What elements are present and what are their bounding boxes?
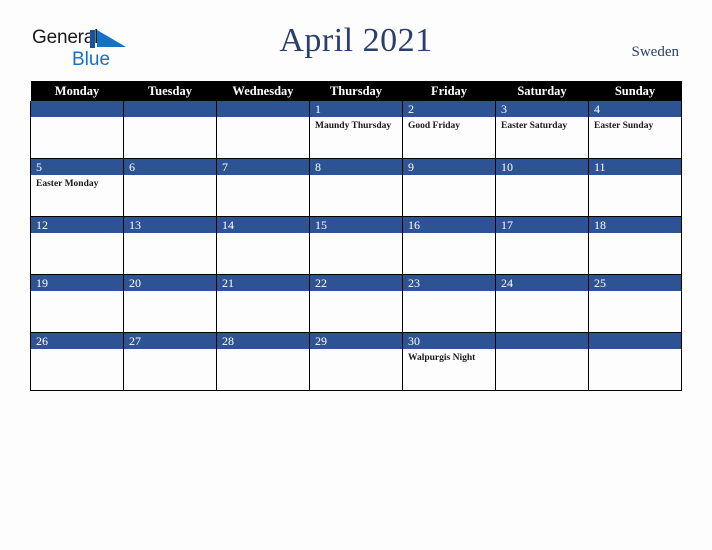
calendar-day-cell[interactable]: 8 [309,158,403,217]
day-number: 29 [310,333,402,349]
calendar-day-cell[interactable]: 10 [495,158,589,217]
day-number [589,333,681,349]
weekday-header-wednesday: Wednesday [216,81,310,101]
calendar-week-row: 26 27 28 29 30 Walpurgis Night [30,332,682,391]
calendar-day-cell[interactable]: 25 [588,274,682,333]
day-number: 24 [496,275,588,291]
weekday-header-row: Monday Tuesday Wednesday Thursday Friday… [30,81,682,101]
day-number [124,101,216,117]
calendar-week-row: 1 Maundy Thursday 2 Good Friday 3 Easter Satu… [30,101,682,159]
calendar-day-cell[interactable]: 21 [216,274,310,333]
calendar-day-cell[interactable]: 26 [30,332,124,391]
day-number: 28 [217,333,309,349]
calendar-day-cell[interactable]: 23 [402,274,496,333]
day-number: 23 [403,275,495,291]
calendar-day-cell[interactable] [30,101,124,159]
calendar-day-cell[interactable]: 5 Easter Monday [30,158,124,217]
weekday-header-thursday: Thursday [309,81,403,101]
calendar-day-cell[interactable]: 2 Good Friday [402,101,496,159]
calendar-day-cell[interactable]: 13 [123,216,217,275]
day-number: 10 [496,159,588,175]
day-number [217,101,309,117]
day-number: 2 [403,101,495,117]
calendar-day-cell[interactable]: 17 [495,216,589,275]
day-number: 5 [31,159,123,175]
calendar-week-row: 19 20 21 22 23 24 25 [30,274,682,333]
calendar-day-cell[interactable] [588,332,682,391]
holiday-label: Easter Monday [36,179,99,189]
calendar-day-cell[interactable]: 27 [123,332,217,391]
calendar-day-cell[interactable]: 11 [588,158,682,217]
day-number: 19 [31,275,123,291]
calendar-grid: Monday Tuesday Wednesday Thursday Friday… [30,81,682,391]
day-number: 7 [217,159,309,175]
calendar-day-cell[interactable]: 14 [216,216,310,275]
day-number: 13 [124,217,216,233]
calendar-week-row: 5 Easter Monday 6 7 8 9 10 11 [30,158,682,217]
holiday-label: Easter Sunday [594,121,654,131]
country-label: Sweden [631,44,680,60]
weekday-header-friday: Friday [402,81,496,101]
weekday-header-monday: Monday [30,81,124,101]
calendar-day-cell[interactable]: 24 [495,274,589,333]
day-number [31,101,123,117]
day-number: 21 [217,275,309,291]
calendar-day-cell[interactable]: 18 [588,216,682,275]
calendar-day-cell[interactable]: 15 [309,216,403,275]
calendar-day-cell[interactable]: 16 [402,216,496,275]
page-title: April 2021 [279,22,433,59]
calendar-day-cell[interactable] [495,332,589,391]
day-number: 3 [496,101,588,117]
calendar-day-cell[interactable] [123,101,217,159]
calendar-day-cell[interactable]: 6 [123,158,217,217]
page-header: General Blue April 2021 Sweden [0,0,712,69]
day-number: 12 [31,217,123,233]
day-number: 1 [310,101,402,117]
day-number: 26 [31,333,123,349]
holiday-label: Easter Saturday [501,121,568,131]
day-number: 17 [496,217,588,233]
calendar-day-cell[interactable]: 1 Maundy Thursday [309,101,403,159]
weekday-header-tuesday: Tuesday [123,81,217,101]
holiday-label: Good Friday [408,121,460,131]
calendar-day-cell[interactable]: 30 Walpurgis Night [402,332,496,391]
day-number: 22 [310,275,402,291]
calendar-day-cell[interactable]: 4 Easter Sunday [588,101,682,159]
calendar-day-cell[interactable]: 28 [216,332,310,391]
day-number: 25 [589,275,681,291]
day-number: 20 [124,275,216,291]
day-number: 4 [589,101,681,117]
calendar-day-cell[interactable]: 12 [30,216,124,275]
calendar-day-cell[interactable]: 19 [30,274,124,333]
calendar-day-cell[interactable]: 3 Easter Saturday [495,101,589,159]
calendar-day-cell[interactable]: 29 [309,332,403,391]
day-number: 30 [403,333,495,349]
day-number: 16 [403,217,495,233]
day-number: 18 [589,217,681,233]
day-number: 14 [217,217,309,233]
day-number: 11 [589,159,681,175]
holiday-label: Maundy Thursday [315,121,392,131]
calendar-day-cell[interactable]: 22 [309,274,403,333]
day-number: 6 [124,159,216,175]
calendar-body: 1 Maundy Thursday 2 Good Friday 3 Easter Satu… [30,101,682,391]
calendar-week-row: 12 13 14 15 16 17 18 [30,216,682,275]
calendar-day-cell[interactable]: 9 [402,158,496,217]
day-number: 9 [403,159,495,175]
weekday-header-saturday: Saturday [495,81,589,101]
calendar-day-cell[interactable]: 7 [216,158,310,217]
day-number: 8 [310,159,402,175]
day-number: 15 [310,217,402,233]
holiday-label: Walpurgis Night [408,353,476,363]
day-number [496,333,588,349]
weekday-header-sunday: Sunday [588,81,682,101]
day-number: 27 [124,333,216,349]
calendar-day-cell[interactable] [216,101,310,159]
calendar-day-cell[interactable]: 20 [123,274,217,333]
